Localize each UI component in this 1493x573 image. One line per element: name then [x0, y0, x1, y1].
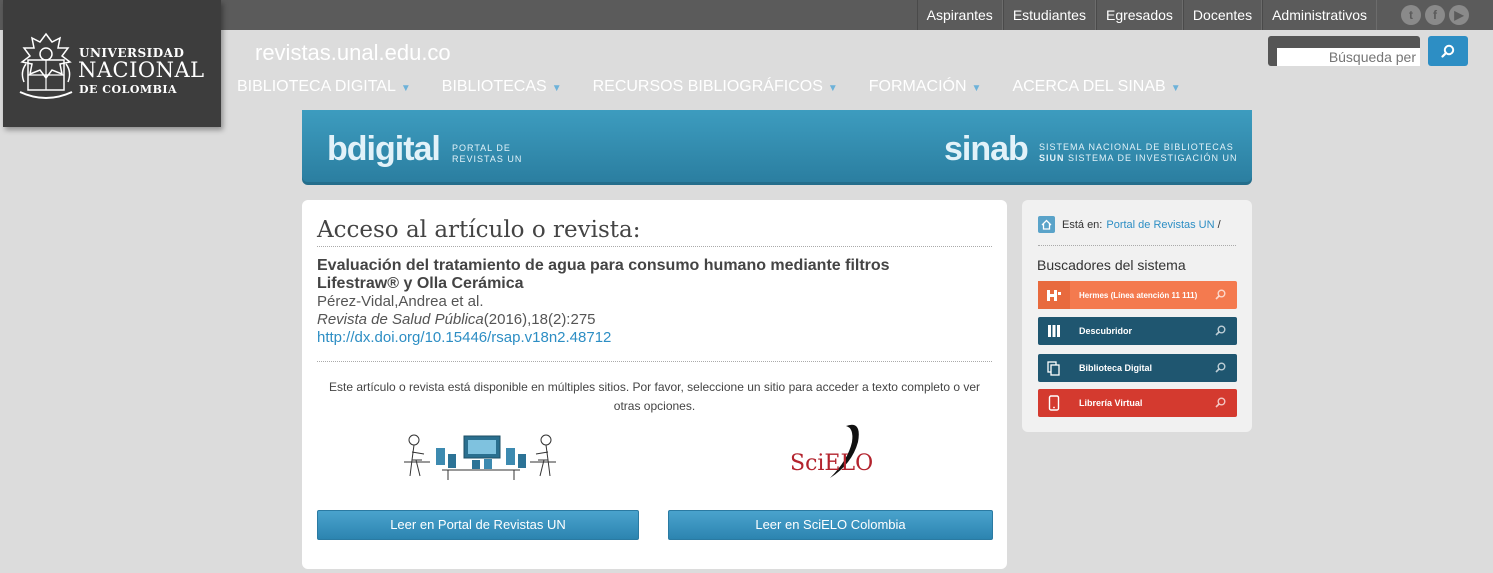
page-title: Acceso al artículo o revista: — [317, 217, 992, 247]
link-docentes[interactable]: Docentes — [1182, 0, 1263, 30]
documents-icon — [1038, 354, 1070, 382]
nav-label: ACERCA DEL SINAB — [1012, 78, 1166, 95]
libreria-virtual-button[interactable]: Librería Virtual — [1038, 389, 1237, 417]
read-scielo-button[interactable]: Leer en SciELO Colombia — [668, 510, 993, 540]
hermes-button[interactable]: Hermes (Línea atención 11 111) — [1038, 281, 1237, 309]
university-logo[interactable]: UNIVERSIDAD NACIONAL DE COLOMBIA — [3, 0, 221, 127]
scielo-logo-text: SciELO — [790, 451, 873, 476]
logo-line3: DE COLOMBIA — [79, 83, 178, 96]
sinab-sub-line1: SISTEMA NACIONAL DE BIBLIOTECAS — [1039, 142, 1234, 152]
youtube-icon[interactable]: ▶ — [1449, 5, 1469, 25]
search-icon — [1215, 289, 1237, 302]
citation-details: (2016),18(2):275 — [483, 311, 596, 328]
breadcrumb-prefix: Está en: — [1062, 218, 1103, 231]
breadcrumb: Está en: Portal de Revistas UN / — [1038, 216, 1221, 233]
search-icon — [1215, 325, 1237, 338]
sinab-subtitle: SISTEMA NACIONAL DE BIBLIOTECAS SIUN SIS… — [1039, 142, 1238, 164]
bdigital-subtitle: PORTAL DE REVISTAS UN — [452, 143, 522, 165]
link-estudiantes[interactable]: Estudiantes — [1002, 0, 1096, 30]
hermes-icon — [1038, 281, 1070, 309]
caret-down-icon: ▼ — [551, 83, 562, 94]
siun-text: SISTEMA DE INVESTIGACIÓN UN — [1064, 153, 1238, 163]
tablet-icon — [1038, 389, 1070, 417]
sinab-logo[interactable]: sinab — [944, 130, 1029, 169]
nav-acerca[interactable]: ACERCA DEL SINAB ▼ — [1012, 78, 1180, 96]
twitter-icon[interactable]: t — [1401, 5, 1421, 25]
libreria-virtual-label: Librería Virtual — [1079, 398, 1143, 408]
home-icon[interactable] — [1038, 216, 1055, 233]
portal-revistas-illustration-icon[interactable] — [402, 430, 560, 486]
siun-label: SIUN — [1039, 153, 1065, 163]
search-input[interactable] — [1277, 48, 1420, 66]
nav-label: BIBLIOTECA DIGITAL — [237, 78, 396, 95]
portal-banner: bdigital PORTAL DE REVISTAS UN sinab SIS… — [302, 110, 1252, 185]
biblioteca-digital-label: Biblioteca Digital — [1079, 363, 1153, 373]
search-icon — [1215, 397, 1237, 410]
bdigital-sub-line2: REVISTAS UN — [452, 154, 523, 164]
facebook-icon[interactable]: f — [1425, 5, 1445, 25]
nav-label: RECURSOS BIBLIOGRÁFICOS — [592, 78, 823, 95]
nav-bibliotecas[interactable]: BIBLIOTECAS ▼ — [442, 78, 562, 96]
link-administrativos[interactable]: Administrativos — [1262, 0, 1377, 30]
logo-line2: NACIONAL — [78, 58, 205, 82]
nav-formacion[interactable]: FORMACIÓN ▼ — [869, 78, 982, 96]
site-title[interactable]: revistas.unal.edu.co — [255, 40, 451, 66]
hermes-label: Hermes (Línea atención 11 111) — [1079, 290, 1198, 300]
nav-label: FORMACIÓN — [868, 78, 967, 95]
descubridor-button[interactable]: Descubridor — [1038, 317, 1237, 345]
sinab-sub-line2: SIUN SISTEMA DE INVESTIGACIÓN UN — [1039, 153, 1238, 164]
nav-biblioteca-digital[interactable]: BIBLIOTECA DIGITAL ▼ — [237, 78, 411, 96]
search-button[interactable] — [1428, 36, 1468, 66]
divider — [1038, 245, 1236, 246]
divider — [317, 361, 992, 362]
doi-link[interactable]: http://dx.doi.org/10.15446/rsap.v18n2.48… — [317, 329, 611, 346]
caret-down-icon: ▼ — [827, 83, 838, 94]
bdigital-sub-line1: PORTAL DE — [452, 143, 511, 153]
descubridor-label: Descubridor — [1079, 326, 1133, 336]
main-nav: BIBLIOTECA DIGITAL ▼ BIBLIOTECAS ▼ RECURSO… — [237, 78, 1212, 96]
social-links: t f ▶ — [1401, 5, 1469, 25]
nav-label: BIBLIOTECAS — [441, 78, 547, 95]
search-engines-heading: Buscadores del sistema — [1037, 257, 1186, 273]
audience-links: Aspirantes Estudiantes Egresados Docente… — [916, 0, 1377, 30]
article-citation: Revista de Salud Pública(2016),18(2):275 — [317, 311, 596, 328]
scielo-logo[interactable]: SciELO — [790, 420, 880, 490]
article-access-card: Acceso al artículo o revista: Evaluación… — [302, 200, 1007, 569]
bdigital-logo[interactable]: bdigital — [327, 130, 441, 169]
journal-name: Revista de Salud Pública — [317, 311, 484, 328]
search-icon — [1215, 362, 1237, 375]
availability-notice: Este artículo o revista está disponible … — [329, 380, 980, 413]
article-authors: Pérez-Vidal,Andrea et al. — [317, 293, 484, 310]
sidebar: Está en: Portal de Revistas UN / Buscado… — [1022, 200, 1252, 432]
caret-down-icon: ▼ — [400, 83, 411, 94]
breadcrumb-portal-link[interactable]: Portal de Revistas UN — [1106, 219, 1214, 231]
breadcrumb-separator: / — [1217, 218, 1221, 231]
search-box — [1268, 36, 1420, 66]
article-title: Evaluación del tratamiento de agua para … — [317, 257, 890, 292]
caret-down-icon: ▼ — [1170, 83, 1181, 94]
link-egresados[interactable]: Egresados — [1095, 0, 1183, 30]
biblioteca-digital-button[interactable]: Biblioteca Digital — [1038, 354, 1237, 382]
link-aspirantes[interactable]: Aspirantes — [916, 0, 1003, 30]
nav-recursos[interactable]: RECURSOS BIBLIOGRÁFICOS ▼ — [593, 78, 838, 96]
crest-icon — [19, 32, 73, 99]
caret-down-icon: ▼ — [971, 83, 982, 94]
books-icon — [1038, 317, 1070, 345]
read-portal-button[interactable]: Leer en Portal de Revistas UN — [317, 510, 639, 540]
top-bar: Aspirantes Estudiantes Egresados Docente… — [0, 0, 1493, 30]
search-icon — [1441, 44, 1455, 58]
scielo-swoosh-icon: SciELO — [790, 424, 873, 478]
